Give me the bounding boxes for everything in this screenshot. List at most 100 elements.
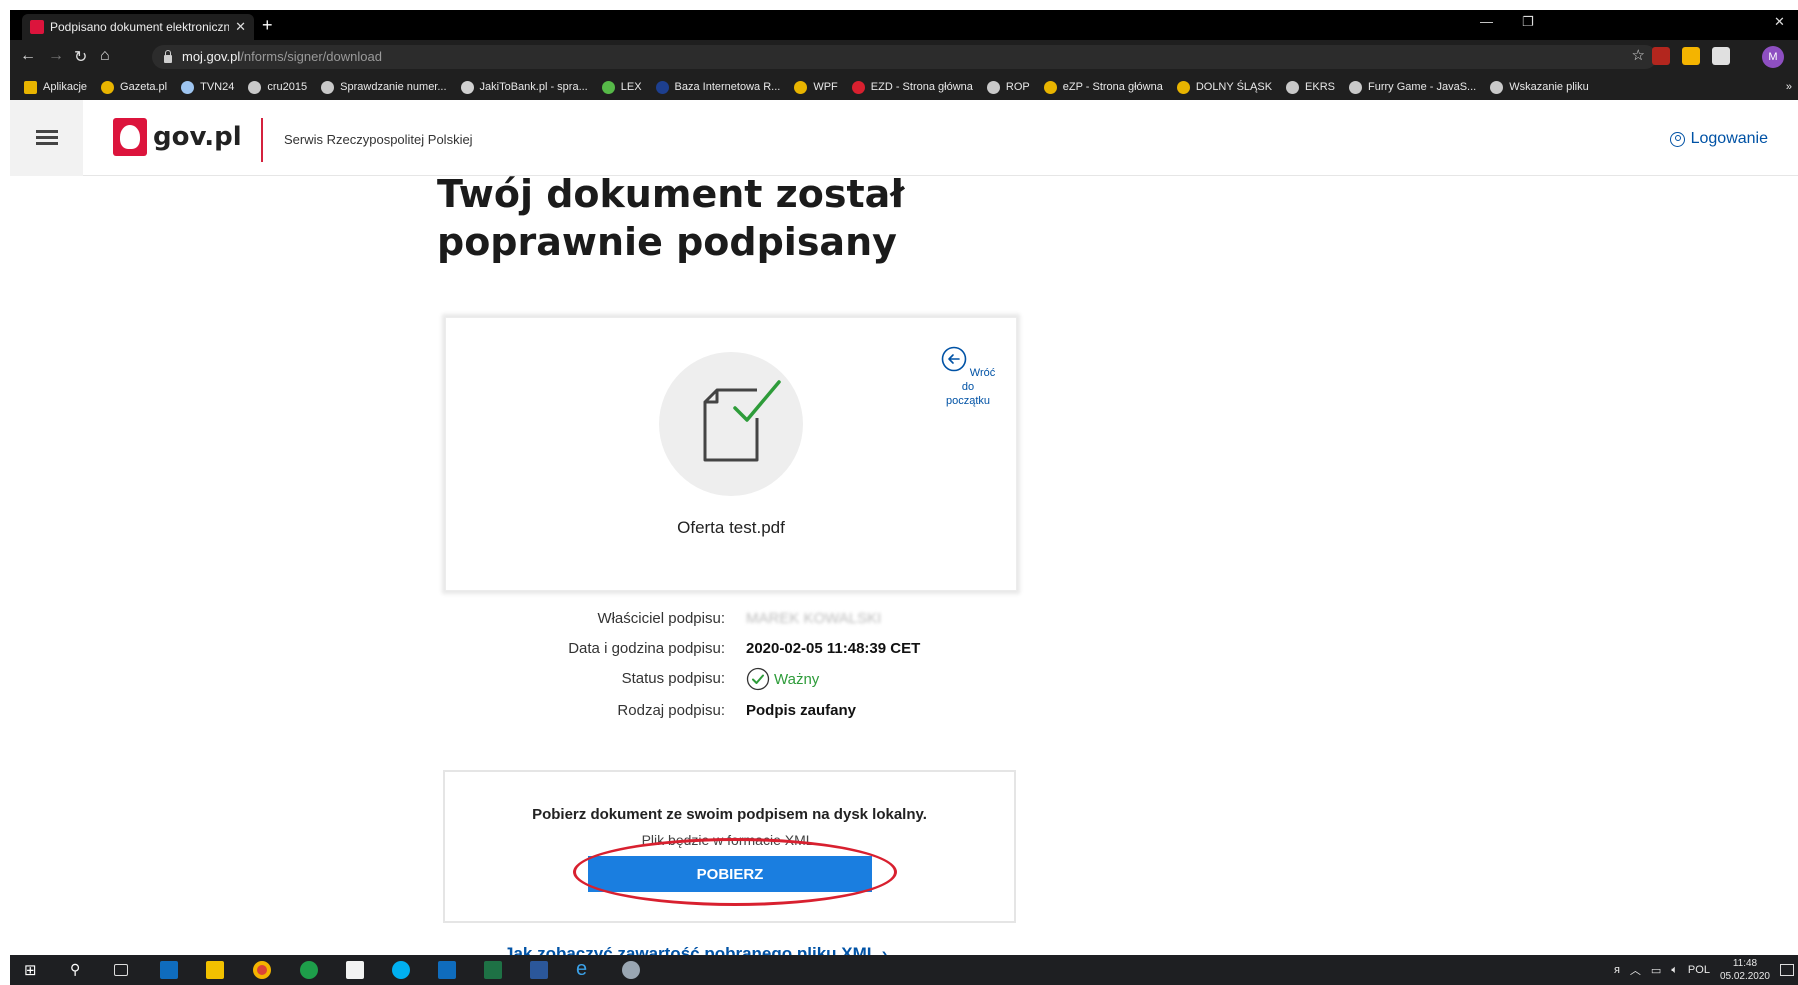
- minimize-icon[interactable]: —: [1480, 14, 1493, 29]
- logo-text: gov.pl: [153, 122, 242, 152]
- jakitobank-icon: [460, 80, 474, 94]
- home-icon[interactable]: ⌂: [100, 47, 110, 65]
- bookmark-item[interactable]: JakiToBank.pl - spra...: [460, 80, 588, 94]
- bookmark-star-icon[interactable]: ☆: [1632, 46, 1645, 64]
- page-title: Twój dokument został poprawnie podpisany: [437, 170, 1037, 266]
- search-icon[interactable]: ⚲: [70, 961, 88, 979]
- back-to-start-link[interactable]: Wróć do początku: [938, 346, 998, 408]
- lex-icon: [601, 80, 615, 94]
- download-title: Pobierz dokument ze swoim podpisem na dy…: [532, 806, 927, 823]
- bookmark-label: DOLNY ŚLĄSK: [1195, 81, 1273, 93]
- chrome-icon[interactable]: [253, 961, 271, 979]
- task-view-icon[interactable]: [114, 964, 128, 976]
- green-app-icon[interactable]: [300, 961, 318, 979]
- bookmark-item[interactable]: Gazeta.pl: [101, 80, 168, 94]
- system-tray: ᴙ ︿ ▭ 🔈︎ POL 11:48 05.02.2020: [1614, 955, 1794, 985]
- bookmark-item[interactable]: TVN24: [181, 80, 235, 94]
- back-link-line2: początku: [945, 395, 991, 407]
- hamburger-icon: [35, 130, 58, 146]
- download-subtitle: Plik będzie w formacie XML.: [641, 832, 818, 848]
- bookmark-label: eZP - Strona główna: [1062, 81, 1163, 93]
- menu-button[interactable]: [10, 100, 83, 176]
- bookmark-item[interactable]: EZD - Strona główna: [851, 80, 973, 94]
- browser-tab-active[interactable]: Podpisano dokument elektroniczn ✕: [22, 14, 254, 40]
- excel-icon[interactable]: [484, 961, 502, 979]
- detail-label: Data i godzina podpisu:: [568, 640, 725, 657]
- page-title-line2: poprawnie podpisany: [437, 220, 897, 264]
- bookmark-item[interactable]: cru2015: [248, 80, 307, 94]
- clock[interactable]: 11:48 05.02.2020: [1720, 957, 1770, 983]
- detail-value-date: 2020-02-05 11:48:39 CET: [746, 640, 921, 657]
- url-host: moj.gov.pl: [182, 49, 241, 64]
- ezd-icon: [851, 80, 865, 94]
- bookmark-item[interactable]: Sprawdzanie numer...: [321, 80, 447, 94]
- globe-icon: [1490, 80, 1504, 94]
- bookmark-label: Aplikacje: [43, 81, 88, 93]
- bookmark-item[interactable]: EKRS: [1286, 80, 1335, 94]
- close-window-icon[interactable]: ✕: [1774, 14, 1785, 30]
- bookmark-label: EZD - Strona główna: [870, 81, 973, 93]
- bookmark-label: JakiToBank.pl - spra...: [479, 81, 588, 93]
- globe-icon: [986, 80, 1000, 94]
- bookmark-item[interactable]: Furry Game - JavaS...: [1349, 80, 1477, 94]
- clock-date: 05.02.2020: [1719, 971, 1770, 982]
- back-arrow-icon[interactable]: ←: [20, 47, 36, 65]
- address-bar: ← → ↻ ⌂ moj.gov.pl/nforms/signer/downloa…: [10, 40, 1798, 74]
- outlook-icon[interactable]: [160, 961, 178, 979]
- signed-document-icon: [659, 352, 803, 496]
- tvn24-icon: [181, 80, 195, 94]
- bookmark-item[interactable]: Baza Internetowa R...: [655, 80, 780, 94]
- people-icon[interactable]: ᴙ: [1614, 964, 1620, 976]
- skype-icon[interactable]: [392, 961, 410, 979]
- bookmark-label: LEX: [620, 81, 642, 93]
- paint-icon[interactable]: [622, 961, 640, 979]
- bookmarks-overflow-icon[interactable]: »: [1786, 81, 1798, 93]
- crest-icon: [794, 80, 808, 94]
- bookmark-item[interactable]: WPF: [794, 80, 838, 94]
- baza-icon: [655, 80, 669, 94]
- language-indicator[interactable]: POL: [1688, 964, 1710, 976]
- notifications-icon[interactable]: [1780, 964, 1794, 976]
- bookmark-item[interactable]: DOLNY ŚLĄSK: [1176, 80, 1273, 94]
- internet-explorer-icon[interactable]: e: [576, 958, 594, 980]
- login-link[interactable]: Logowanie: [1669, 130, 1768, 148]
- chevron-up-icon[interactable]: ︿: [1630, 962, 1641, 978]
- mail-icon[interactable]: [438, 961, 456, 979]
- lock-icon: [164, 49, 172, 63]
- new-tab-button[interactable]: +: [262, 14, 273, 36]
- tab-favicon-icon: [30, 20, 44, 34]
- volume-icon[interactable]: 🔈︎: [1671, 964, 1678, 977]
- bookmark-label: Furry Game - JavaS...: [1368, 81, 1477, 93]
- extension-icon[interactable]: [1712, 47, 1730, 65]
- tab-close-icon[interactable]: ✕: [235, 19, 246, 35]
- reload-icon[interactable]: ↻: [74, 47, 87, 67]
- notes-icon[interactable]: [346, 961, 364, 979]
- windows-start-icon[interactable]: ⊞: [24, 961, 42, 979]
- arrow-left-circle-icon: [941, 346, 967, 372]
- word-icon[interactable]: [530, 961, 548, 979]
- gov-logo[interactable]: gov.pl: [113, 118, 242, 156]
- bookmark-item[interactable]: ROP: [986, 80, 1030, 94]
- page-title-line1: Twój dokument został: [437, 172, 905, 216]
- new-extension-icon[interactable]: [1682, 47, 1700, 65]
- tab-strip: Podpisano dokument elektroniczn ✕ + — ❐ …: [10, 10, 1798, 40]
- site-header: gov.pl Serwis Rzeczypospolitej Polskiej …: [10, 100, 1798, 176]
- detail-row-status: Status podpisu: Ważny: [445, 667, 1017, 691]
- document-card: Wróć do początku Oferta test.pdf: [445, 317, 1017, 591]
- download-button[interactable]: POBIERZ: [588, 856, 872, 892]
- bookmark-label: TVN24: [200, 81, 235, 93]
- bookmark-item[interactable]: LEX: [601, 80, 642, 94]
- network-icon[interactable]: ▭: [1651, 964, 1661, 977]
- forward-arrow-icon[interactable]: →: [48, 47, 64, 65]
- file-explorer-icon[interactable]: [206, 961, 224, 979]
- restore-icon[interactable]: ❐: [1522, 14, 1534, 30]
- profile-avatar[interactable]: M: [1762, 46, 1784, 68]
- apps-grid-icon: [24, 80, 37, 94]
- url-input[interactable]: moj.gov.pl/nforms/signer/download ☆: [152, 45, 1657, 69]
- bookmark-item[interactable]: Wskazanie pliku: [1490, 80, 1589, 94]
- bookmark-item[interactable]: eZP - Strona główna: [1043, 80, 1163, 94]
- globe-icon: [1349, 80, 1363, 94]
- pdf-extension-icon[interactable]: [1652, 47, 1670, 65]
- bookmark-label: Gazeta.pl: [120, 81, 168, 93]
- bookmark-item[interactable]: Aplikacje: [24, 80, 88, 94]
